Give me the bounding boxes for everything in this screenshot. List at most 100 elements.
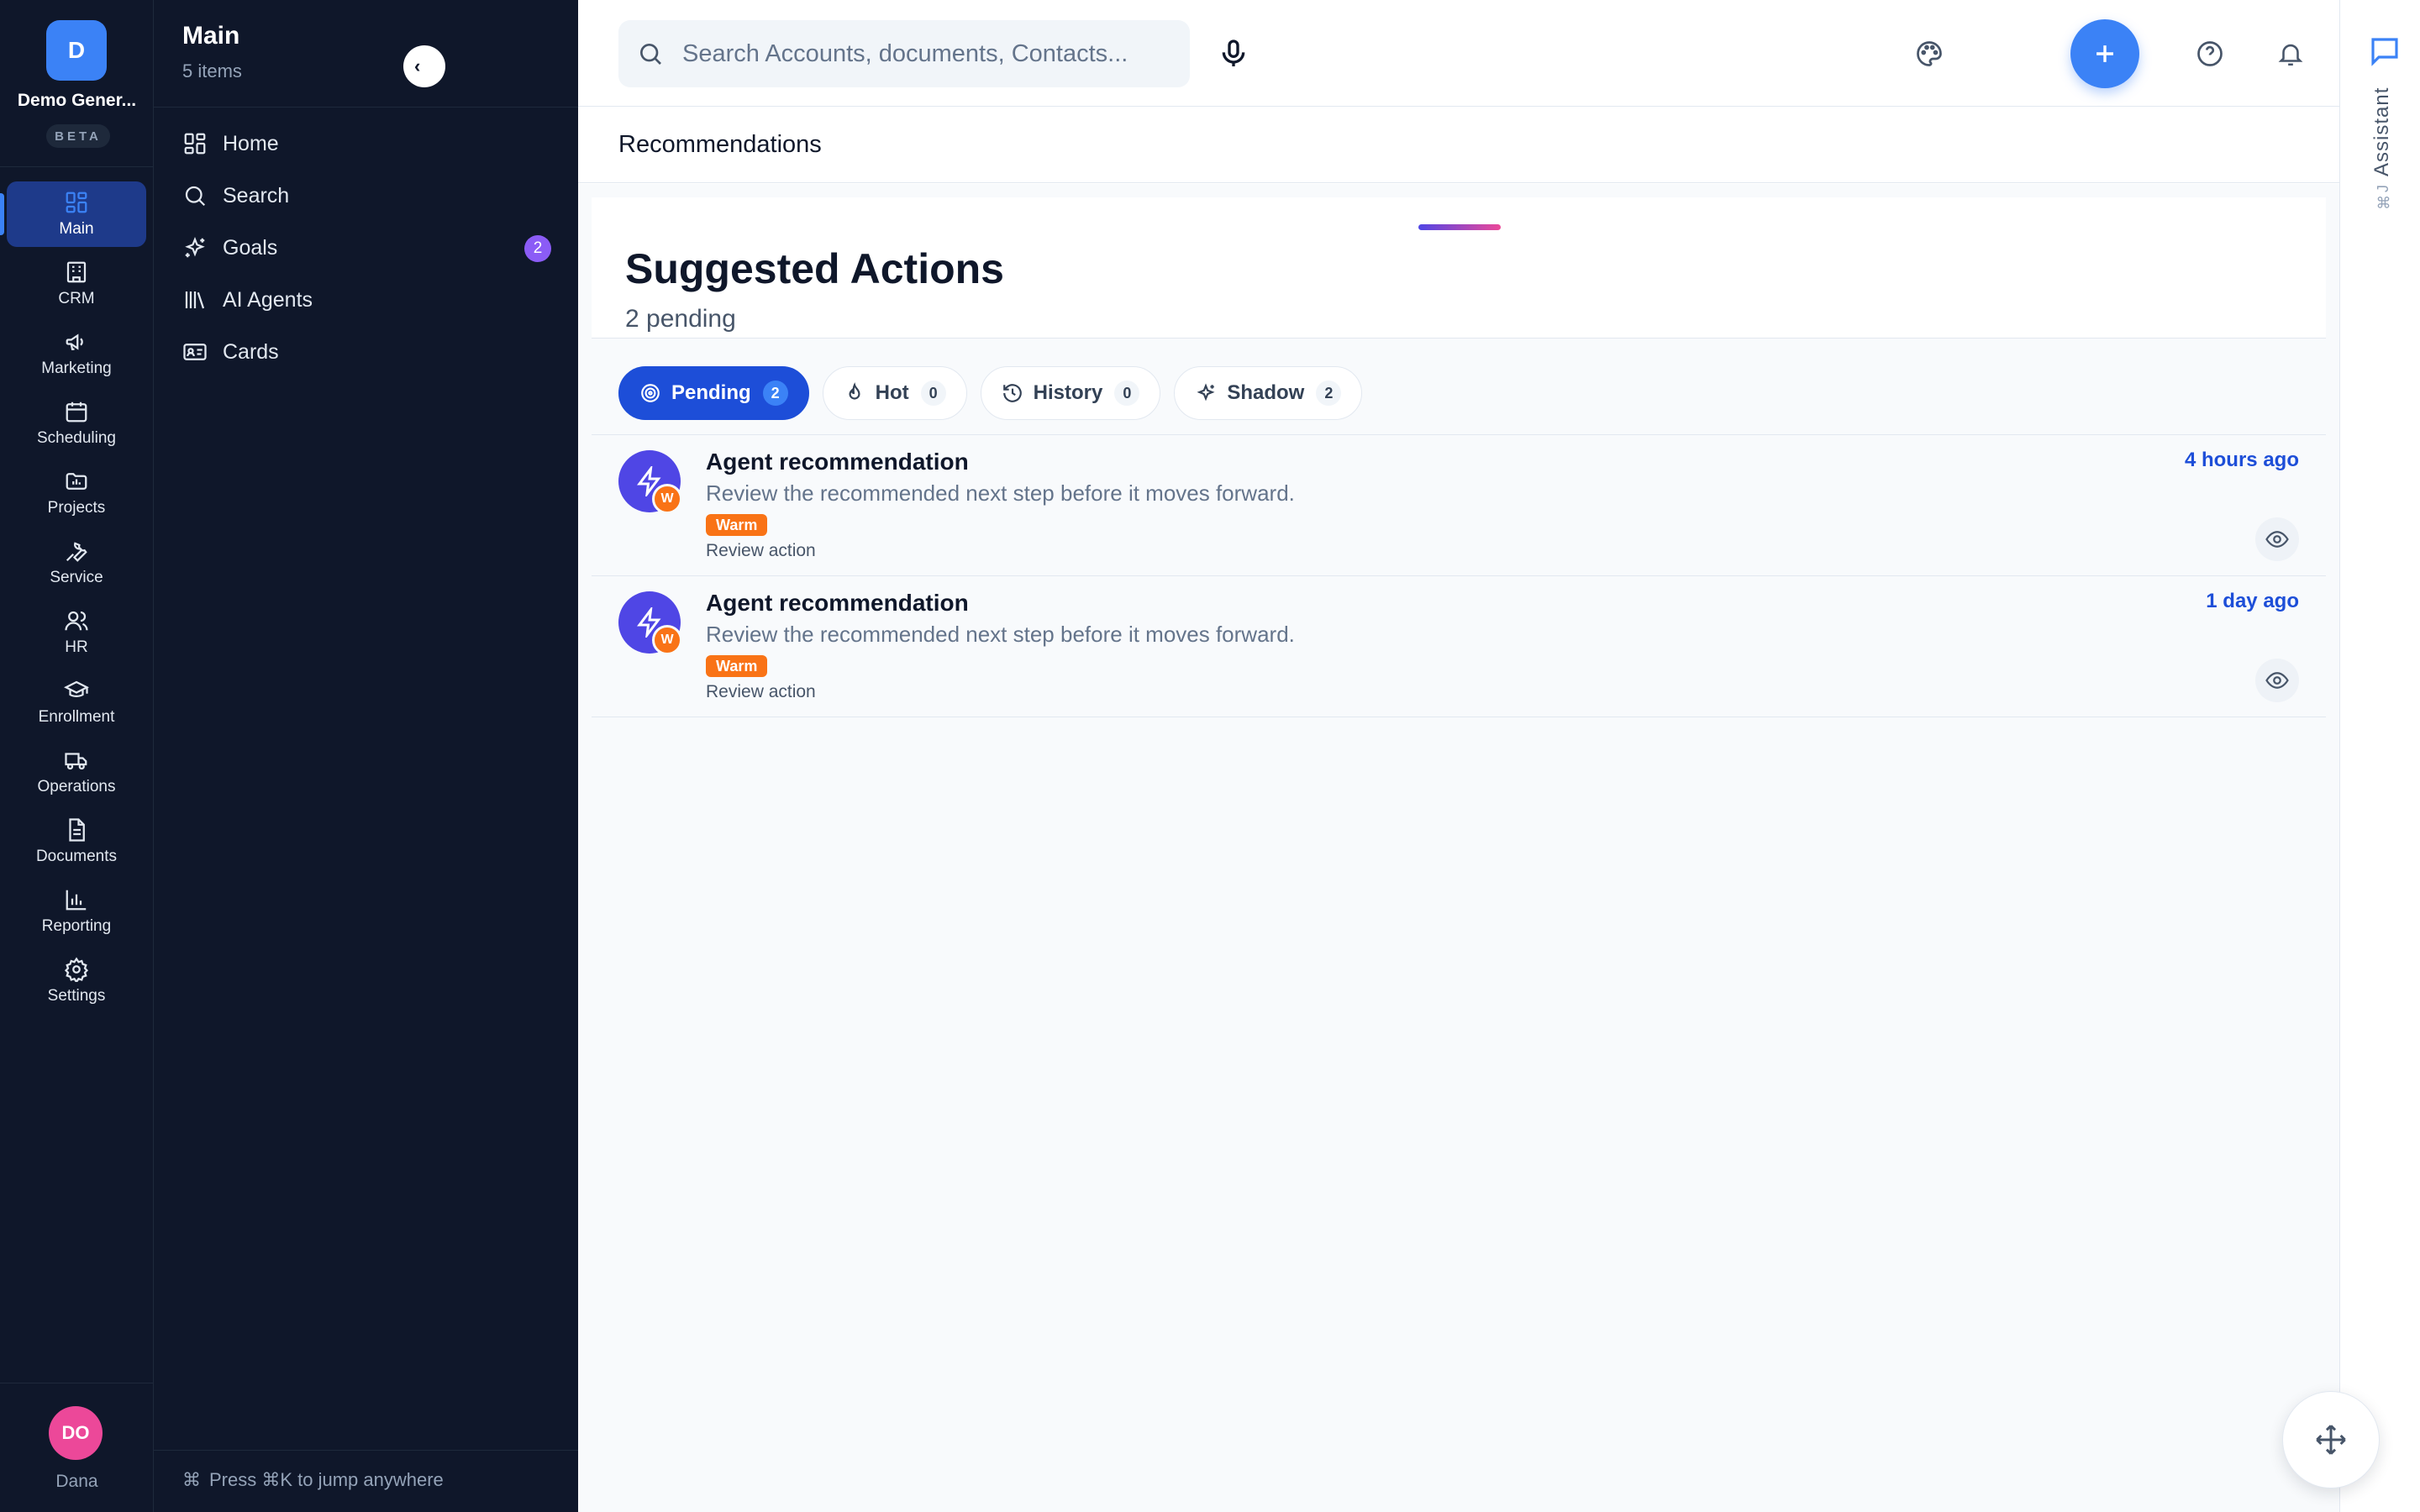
user-name: Dana <box>55 1472 98 1491</box>
sidebar-item-label: Search <box>223 183 290 207</box>
tab-history[interactable]: History 0 <box>980 366 1161 420</box>
recommendation-description: Review the recommended next step before … <box>706 622 1295 647</box>
rail-item-label: Settings <box>47 987 106 1005</box>
command-palette-hint[interactable]: ⌘ Press ⌘K to jump anywhere <box>182 1469 444 1491</box>
app-root: D Demo Gener... BETA Main CRM Marketing … <box>0 0 2420 1512</box>
tab-hot[interactable]: Hot 0 <box>822 366 967 420</box>
priority-badge: W <box>652 625 682 655</box>
rail-item-enrollment[interactable]: Enrollment <box>7 669 146 735</box>
rail-item-crm[interactable]: CRM <box>7 251 146 317</box>
notifications-button[interactable] <box>2274 37 2307 71</box>
tab-pending[interactable]: Pending 2 <box>618 366 809 420</box>
help-button[interactable] <box>2193 37 2227 71</box>
assistant-shortcut: ⌘J <box>2375 185 2391 210</box>
page-title: Recommendations <box>618 131 822 158</box>
rail-item-label: CRM <box>58 290 95 307</box>
collapse-sidebar-button[interactable]: ‹ <box>403 45 445 87</box>
search-input[interactable] <box>682 39 1136 68</box>
search-icon <box>185 186 206 207</box>
global-search[interactable] <box>618 20 1190 87</box>
rail-item-main[interactable]: Main <box>0 181 146 247</box>
sidebar-divider <box>154 1450 578 1451</box>
move-icon <box>2316 1425 2346 1455</box>
secondary-sidebar: Main 5 items Home Search Goals 2 AI Agen… <box>154 0 578 1512</box>
page-header: Recommendations <box>578 108 2339 183</box>
sidebar-item-label: Cards <box>223 339 279 364</box>
rail-item-reporting[interactable]: Reporting <box>7 879 146 944</box>
main-content: Suggested Actions 2 pending Pending 2 Ho… <box>578 184 2339 1512</box>
sidebar-divider <box>154 107 578 108</box>
move-handle-button[interactable] <box>2282 1391 2380 1488</box>
create-button[interactable] <box>2070 19 2139 88</box>
command-key-icon: ⌘ <box>182 1469 201 1490</box>
rail-item-hr[interactable]: HR <box>7 600 146 665</box>
help-icon <box>2197 41 2223 66</box>
microphone-icon[interactable] <box>1217 37 1250 71</box>
truck-icon <box>65 753 87 770</box>
sidebar-item-goals[interactable]: Goals 2 <box>154 222 578 274</box>
target-icon <box>641 384 660 402</box>
recommendation-title: Agent recommendation <box>706 590 969 616</box>
app-rail: D Demo Gener... BETA Main CRM Marketing … <box>0 0 154 1512</box>
sidebar-item-cards[interactable]: Cards <box>154 326 578 378</box>
view-button[interactable] <box>2255 659 2299 702</box>
user-avatar[interactable]: DO <box>49 1406 103 1460</box>
rail-item-label: Service <box>50 569 103 586</box>
workspace-logo[interactable]: D <box>46 20 107 81</box>
id-card-icon <box>183 344 207 360</box>
suggested-actions-title: Suggested Actions <box>625 245 1004 292</box>
chevron-left-icon: ‹ <box>414 55 421 76</box>
review-action-link[interactable]: Review action <box>706 682 816 702</box>
rail-item-operations[interactable]: Operations <box>7 739 146 805</box>
beta-badge: BETA <box>46 124 110 148</box>
tab-shadow[interactable]: Shadow 2 <box>1174 366 1363 420</box>
pending-summary: 2 pending <box>625 305 736 333</box>
rail-item-label: Reporting <box>41 917 112 935</box>
tab-count: 0 <box>1114 381 1140 406</box>
tab-count: 0 <box>920 381 946 406</box>
folder-chart-icon <box>66 473 87 490</box>
view-button[interactable] <box>2255 517 2299 561</box>
suggested-actions-panel: Suggested Actions 2 pending Pending 2 Ho… <box>592 197 2326 889</box>
rail-item-settings[interactable]: Settings <box>7 948 146 1014</box>
assistant-panel-toggle[interactable]: Assistant ⌘J <box>2339 0 2420 1512</box>
tab-label: History <box>1033 381 1103 404</box>
history-icon <box>1002 384 1022 402</box>
rail-item-label: Projects <box>47 499 106 517</box>
sidebar-item-ai-agents[interactable]: AI Agents <box>154 274 578 326</box>
top-bar <box>578 0 2339 107</box>
recommendation-row[interactable]: W Agent recommendation Review the recomm… <box>592 576 2326 717</box>
rail-item-scheduling[interactable]: Scheduling <box>7 391 146 456</box>
recommendation-row[interactable]: W Agent recommendation Review the recomm… <box>592 435 2326 576</box>
recommendation-description: Review the recommended next step before … <box>706 480 1295 506</box>
theme-button[interactable] <box>1912 37 1946 71</box>
rail-item-marketing[interactable]: Marketing <box>7 321 146 386</box>
sidebar-item-label: Home <box>223 131 279 155</box>
review-action-link[interactable]: Review action <box>706 541 816 561</box>
sidebar-nav: Home Search Goals 2 AI Agents Cards <box>154 118 578 378</box>
gear-icon <box>64 957 89 982</box>
calendar-icon <box>66 402 87 423</box>
rail-item-projects[interactable]: Projects <box>7 460 146 526</box>
sidebar-title: Main <box>182 22 240 50</box>
rail-item-documents[interactable]: Documents <box>7 809 146 874</box>
loading-indicator <box>1418 224 1501 230</box>
sidebar-item-home[interactable]: Home <box>154 118 578 170</box>
users-icon <box>65 611 88 631</box>
search-icon <box>640 44 661 65</box>
recommendation-time: 1 day ago <box>2206 590 2299 612</box>
tab-label: Shadow <box>1227 381 1305 404</box>
sidebar-item-search[interactable]: Search <box>154 170 578 222</box>
workspace-name[interactable]: Demo Gener... <box>7 91 147 111</box>
tab-label: Hot <box>875 381 909 404</box>
wrench-icon <box>66 542 87 562</box>
rail-nav: Main CRM Marketing Scheduling Projects S… <box>0 181 154 1018</box>
sparkles-icon <box>185 236 205 258</box>
goals-count-badge: 2 <box>524 235 551 262</box>
tab-label: Pending <box>671 381 751 404</box>
command-hint-text: Press ⌘K to jump anywhere <box>209 1469 444 1490</box>
sidebar-item-count: 5 items <box>182 60 242 81</box>
rail-item-label: Marketing <box>41 360 112 377</box>
rail-item-service[interactable]: Service <box>7 530 146 596</box>
rail-divider <box>0 166 154 167</box>
